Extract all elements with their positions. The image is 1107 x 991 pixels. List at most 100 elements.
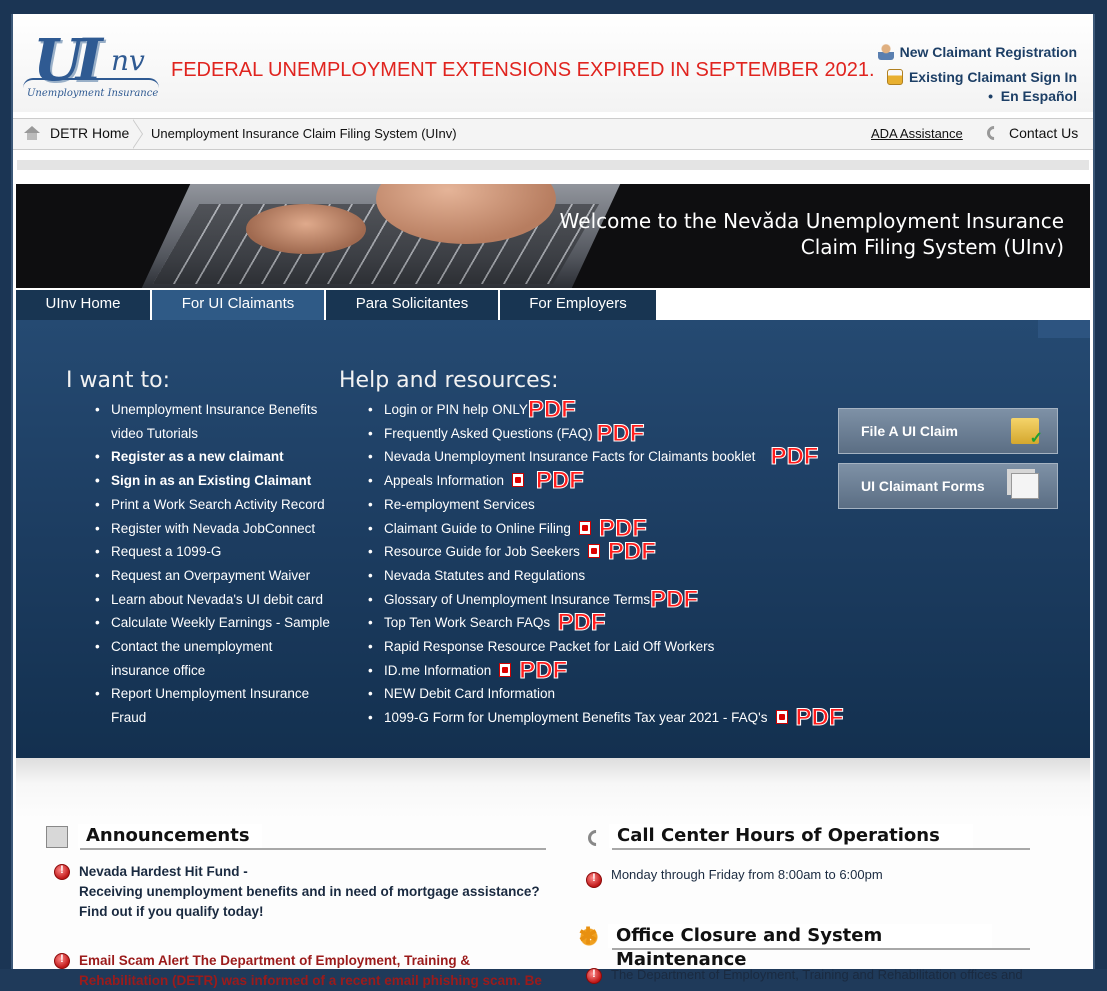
ui-claimant-forms-label: UI Claimant Forms (861, 478, 985, 494)
help-item[interactable]: 1099-G Form for Unemployment Benefits Ta… (368, 704, 864, 732)
link-jobconnect[interactable]: Register with Nevada JobConnect (95, 517, 331, 541)
logo-nv: nv (111, 44, 145, 77)
claimant-links: New Claimant Registration Existing Claim… (877, 44, 1077, 104)
help-item[interactable]: Nevada Statutes and Regulations (368, 564, 864, 588)
contact-us-link[interactable]: Contact Us (984, 123, 1078, 143)
call-center-rule (612, 848, 1030, 850)
help-item-label: Glossary of Unemployment Insurance Terms (384, 591, 651, 607)
new-claimant-label: New Claimant Registration (899, 44, 1077, 60)
alert-icon (586, 872, 602, 888)
pdf-icon (587, 544, 600, 559)
site-header: UI nv Unemployment Insurance FEDERAL UNE… (13, 14, 1093, 112)
email-scam-line2: Rehabilitation (DETR) was informed of a … (79, 973, 542, 988)
tab-for-employers[interactable]: For Employers (500, 290, 658, 320)
detr-home-label: DETR Home (50, 125, 130, 141)
main-tabs: UInv Home For UI Claimants Para Solicita… (16, 290, 1090, 320)
divider-bar (17, 160, 1089, 170)
espanol-link[interactable]: • En Español (878, 88, 1077, 104)
logo-swoosh (23, 78, 159, 88)
help-resources-title: Help and resources: (339, 368, 559, 393)
help-item-label: Resource Guide for Job Seekers (384, 544, 580, 560)
pdf-label: PDF (557, 609, 606, 637)
help-item[interactable]: NEW Debit Card Information (368, 682, 864, 706)
breadcrumb: DETR Home Unemployment Insurance Claim F… (13, 118, 1093, 150)
pdf-label: PDF (650, 585, 699, 613)
ui-claimant-forms-button[interactable]: UI Claimant Forms (838, 463, 1058, 509)
call-center-title: Call Center Hours of Operations (609, 824, 973, 848)
help-item-label: Frequently Asked Questions (FAQ) (384, 425, 593, 441)
lower-section: Announcements Nevada Hardest Hit Fund - … (16, 758, 1090, 988)
pdf-label: PDF (795, 704, 844, 732)
ada-assistance-link[interactable]: ADA Assistance (871, 126, 963, 141)
link-overpayment-waiver[interactable]: Request an Overpayment Waiver (95, 564, 331, 588)
pdf-label: PDF (519, 656, 568, 684)
help-resources-list: Login or PIN help ONLYPDF Frequently Ask… (368, 397, 864, 732)
file-ui-claim-label: File A UI Claim (861, 423, 958, 439)
gear-icon (578, 922, 600, 951)
link-video-tutorials[interactable]: Unemployment Insurance Benefits video Tu… (95, 398, 331, 445)
tab-for-ui-claimants[interactable]: For UI Claimants (152, 290, 326, 320)
hardest-hit-body2: Find out if you qualify today! (79, 904, 264, 919)
help-item[interactable]: Frequently Asked Questions (FAQ) PDF (368, 419, 864, 447)
help-item[interactable]: Re-employment Services (368, 493, 864, 517)
link-report-fraud[interactable]: Report Unemployment Insurance Fraud (95, 682, 331, 729)
link-sign-in-existing[interactable]: Sign in as an Existing Claimant (95, 469, 331, 493)
help-item[interactable]: Login or PIN help ONLYPDF (368, 397, 864, 422)
pdf-label: PDF (596, 419, 645, 447)
detr-home-link[interactable]: DETR Home (23, 125, 129, 141)
help-item[interactable]: Top Ten Work Search FAQs PDF (368, 609, 864, 637)
panel-notch (1038, 320, 1090, 338)
existing-claimant-link[interactable]: Existing Claimant Sign In (878, 69, 1077, 85)
phone-icon (984, 123, 1004, 143)
newspaper-icon (46, 826, 68, 848)
announcements-rule (80, 848, 546, 850)
uinv-logo[interactable]: UI nv Unemployment Insurance (23, 26, 163, 104)
hero-title-line2: Claim Filing System (UInv) (800, 235, 1064, 259)
hardest-hit-fund-item[interactable]: Nevada Hardest Hit Fund - Receiving unem… (79, 862, 549, 922)
file-ui-claim-button[interactable]: File A UI Claim (838, 408, 1058, 454)
new-claimant-link[interactable]: New Claimant Registration (877, 44, 1077, 60)
closure-title: Office Closure and System Maintenance (608, 924, 992, 970)
alert-icon (586, 968, 602, 984)
tab-para-solicitantes[interactable]: Para Solicitantes (326, 290, 500, 320)
help-item-label: NEW Debit Card Information (384, 686, 556, 702)
help-item-label: Rapid Response Resource Packet for Laid … (384, 639, 715, 655)
espanol-label: En Español (1000, 88, 1077, 104)
help-item[interactable]: Nevada Unemployment Insurance Facts for … (368, 444, 864, 469)
help-item[interactable]: Resource Guide for Job Seekers PDF (368, 539, 864, 564)
help-item-label: Nevada Statutes and Regulations (384, 567, 586, 583)
link-contact-office[interactable]: Contact the unemployment insurance offic… (95, 635, 331, 682)
breadcrumb-current: Unemployment Insurance Claim Filing Syst… (151, 126, 457, 141)
help-item[interactable]: ID.me Information PDF (368, 656, 864, 684)
lock-icon (886, 69, 903, 85)
alert-icon (54, 864, 70, 880)
tab-uinv-home[interactable]: UInv Home (16, 290, 152, 320)
alert-icon (54, 953, 70, 969)
link-debit-card[interactable]: Learn about Nevada's UI debit card (95, 588, 331, 612)
hardest-hit-body1: Receiving unemployment benefits and in n… (79, 884, 540, 899)
link-register-new-claimant[interactable]: Register as a new claimant (95, 445, 331, 469)
link-weekly-earnings[interactable]: Calculate Weekly Earnings - Sample (95, 611, 331, 635)
help-item-label: Claimant Guide to Online Filing (384, 520, 571, 536)
pdf-icon (499, 662, 512, 677)
help-item[interactable]: Appeals Information PDF (368, 468, 864, 493)
link-request-1099g[interactable]: Request a 1099-G (95, 540, 331, 564)
pdf-icon (775, 710, 788, 725)
help-item[interactable]: Glossary of Unemployment Insurance Terms… (368, 585, 864, 613)
help-item[interactable]: Claimant Guide to Online FilingPDF (368, 516, 864, 541)
hero-banner: Welcome to the Nevǎda Unemployment Insur… (16, 184, 1090, 288)
call-center-hours: Monday through Friday from 8:00am to 6:0… (611, 867, 883, 882)
hardest-hit-title: Nevada Hardest Hit Fund - (79, 864, 248, 879)
home-icon (23, 126, 41, 140)
pdf-icon (578, 520, 591, 535)
help-item-label: Re-employment Services (384, 496, 535, 512)
link-work-search-record[interactable]: Print a Work Search Activity Record (95, 493, 331, 517)
email-scam-line1: Email Scam Alert The Department of Emplo… (79, 953, 471, 968)
person-icon (877, 44, 894, 60)
email-scam-item[interactable]: Email Scam Alert The Department of Emplo… (79, 951, 549, 991)
page-container: UI nv Unemployment Insurance FEDERAL UNE… (11, 14, 1095, 988)
help-item[interactable]: Rapid Response Resource Packet for Laid … (368, 635, 864, 659)
help-item-label: Nevada Unemployment Insurance Facts for … (384, 449, 756, 465)
claimant-panel: I want to: Unemployment Insurance Benefi… (16, 320, 1090, 758)
hand-image-left (246, 204, 366, 254)
